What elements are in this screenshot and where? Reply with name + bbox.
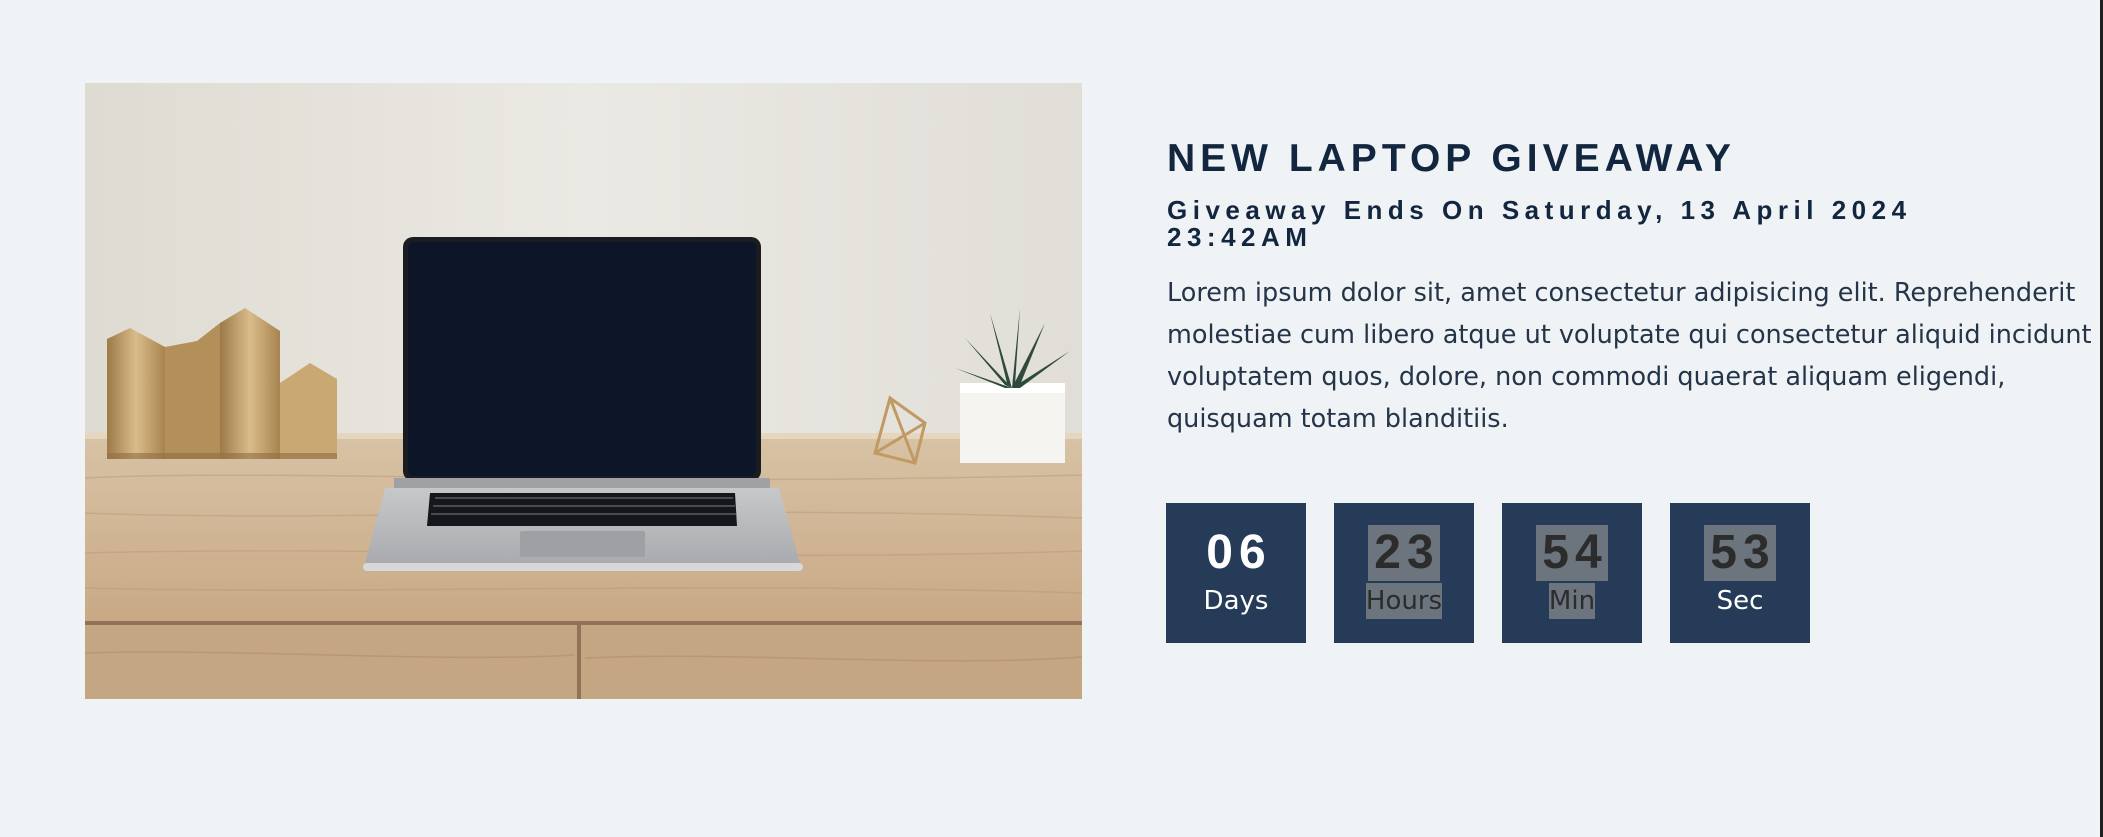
giveaway-end-date: Giveaway Ends On Saturday, 13 April 2024… [1167,195,1912,252]
countdown-hours-value: 23 [1368,525,1440,581]
laptop-photo [85,83,1082,699]
giveaway-description: Lorem ipsum dolor sit, amet consectetur … [1167,278,2092,434]
countdown-days-value: 06 [1206,526,1272,579]
countdown-minutes-value: 54 [1536,525,1608,581]
countdown-hours: 23 Hours [1334,503,1474,643]
giveaway-content: NEW LAPTOP GIVEAWAY Giveaway Ends On Sat… [1167,134,2097,440]
countdown-minutes: 54 Min [1502,503,1642,643]
giveaway-title: NEW LAPTOP GIVEAWAY [1167,137,1736,180]
countdown-days: 06 Days [1166,503,1306,643]
countdown-seconds-label: Sec [1716,586,1764,616]
countdown-timer: 06 Days 23 Hours 54 Min 53 Sec [1166,503,1810,643]
countdown-minutes-label: Min [1548,583,1596,619]
countdown-seconds-value: 53 [1704,525,1776,581]
countdown-days-label: Days [1203,586,1269,616]
countdown-seconds: 53 Sec [1670,503,1810,643]
countdown-hours-label: Hours [1365,583,1443,619]
